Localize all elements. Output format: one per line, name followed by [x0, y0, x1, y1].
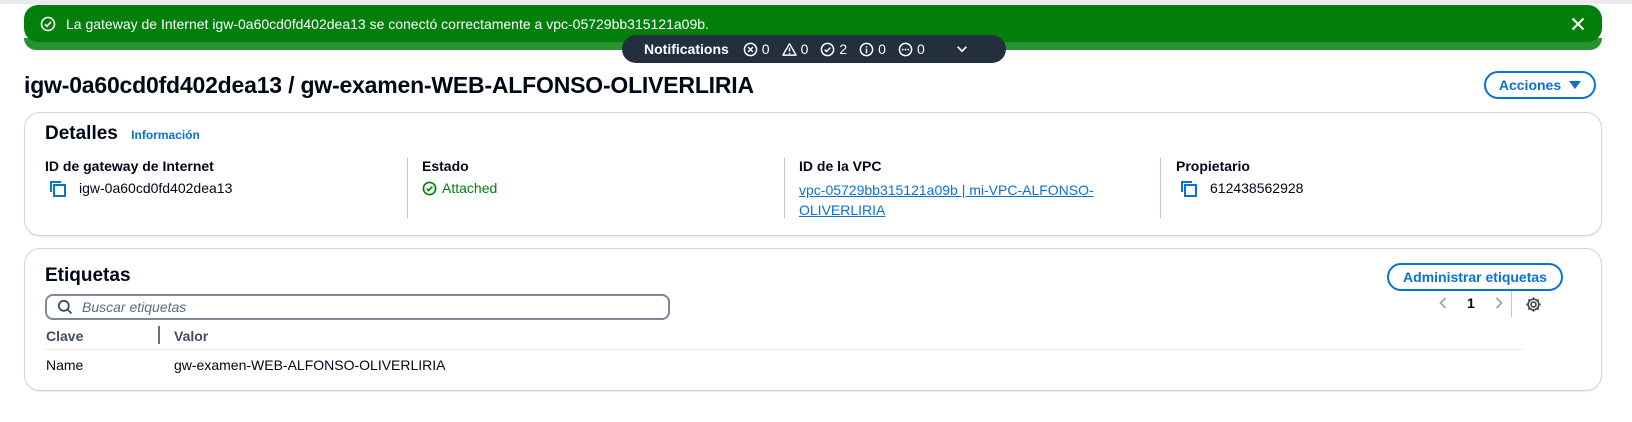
- success-count: 2: [820, 41, 847, 57]
- search-icon: [57, 299, 73, 315]
- top-divider: [0, 0, 1632, 4]
- manage-tags-button[interactable]: Administrar etiquetas: [1387, 263, 1563, 291]
- close-icon[interactable]: [1570, 16, 1586, 32]
- chevron-down-icon[interactable]: [955, 42, 969, 56]
- info-link[interactable]: Información: [131, 128, 200, 142]
- error-icon: [743, 42, 758, 56]
- actions-dropdown-button[interactable]: Acciones: [1484, 71, 1596, 99]
- column-divider: [784, 158, 785, 218]
- igw-id-value: igw-0a60cd0fd402dea13: [79, 180, 233, 196]
- vpc-link[interactable]: vpc-05729bb315121a09b | mi-VPC-ALFONSO-O…: [799, 180, 1119, 220]
- field-label: ID de la VPC: [799, 158, 882, 174]
- in-progress-count: 0: [898, 41, 925, 57]
- caret-down-icon: [1569, 81, 1582, 89]
- warning-count: 0: [781, 41, 808, 57]
- flash-message: La gateway de Internet igw-0a60cd0fd402d…: [66, 15, 709, 32]
- pagination-divider: [1511, 291, 1512, 317]
- field-state: Estado Attached: [422, 158, 782, 214]
- column-divider: [1160, 158, 1161, 218]
- page-number[interactable]: 1: [1467, 295, 1475, 311]
- error-count: 0: [743, 41, 770, 57]
- details-container: Detalles Información ID de gateway de In…: [24, 112, 1602, 236]
- page-title: igw-0a60cd0fd402dea13 / gw-examen-WEB-AL…: [24, 72, 754, 98]
- tags-title: Etiquetas: [45, 265, 131, 286]
- field-igw-id: ID de gateway de Internet igw-0a60cd0fd4…: [45, 158, 405, 214]
- success-icon: [821, 42, 835, 56]
- field-label: ID de gateway de Internet: [45, 158, 214, 174]
- chevron-left-icon[interactable]: [1435, 295, 1451, 311]
- status-positive-icon: [40, 16, 56, 32]
- table-cell-value: gw-examen-WEB-ALFONSO-OLIVERLIRIA: [174, 357, 446, 373]
- tags-search[interactable]: [45, 294, 670, 320]
- column-divider: [407, 158, 408, 218]
- status-badge: Attached: [422, 180, 497, 196]
- in-progress-icon: [898, 42, 913, 56]
- copy-icon[interactable]: [49, 180, 67, 198]
- field-owner: Propietario 612438562928: [1176, 158, 1536, 214]
- chevron-right-icon[interactable]: [1491, 295, 1507, 311]
- owner-value: 612438562928: [1210, 180, 1304, 196]
- actions-label: Acciones: [1498, 77, 1562, 93]
- info-count: 0: [859, 41, 886, 57]
- notifications-title: Notifications: [644, 41, 729, 57]
- copy-icon[interactable]: [1180, 180, 1198, 198]
- column-resizer[interactable]: [158, 326, 160, 344]
- field-label: Propietario: [1176, 158, 1250, 174]
- field-vpc-id: ID de la VPC vpc-05729bb315121a09b | mi-…: [799, 158, 1159, 218]
- details-title: Detalles: [45, 123, 118, 144]
- notifications-bar[interactable]: Notifications 0 0 2 0 0: [622, 35, 1006, 63]
- tags-container: Etiquetas Administrar etiquetas 1 Clave …: [24, 248, 1602, 391]
- status-success-icon: [422, 181, 437, 195]
- table-cell-key: Name: [46, 357, 84, 373]
- warning-icon: [781, 42, 797, 56]
- details-header: Detalles Información: [45, 123, 200, 145]
- gear-icon[interactable]: [1525, 296, 1542, 313]
- column-header-value[interactable]: Valor: [174, 328, 208, 344]
- search-input[interactable]: [82, 299, 642, 315]
- info-icon: [859, 42, 874, 56]
- pagination: 1: [1435, 295, 1507, 311]
- column-header-key[interactable]: Clave: [46, 328, 83, 344]
- field-label: Estado: [422, 158, 469, 174]
- table-divider: [45, 349, 1523, 350]
